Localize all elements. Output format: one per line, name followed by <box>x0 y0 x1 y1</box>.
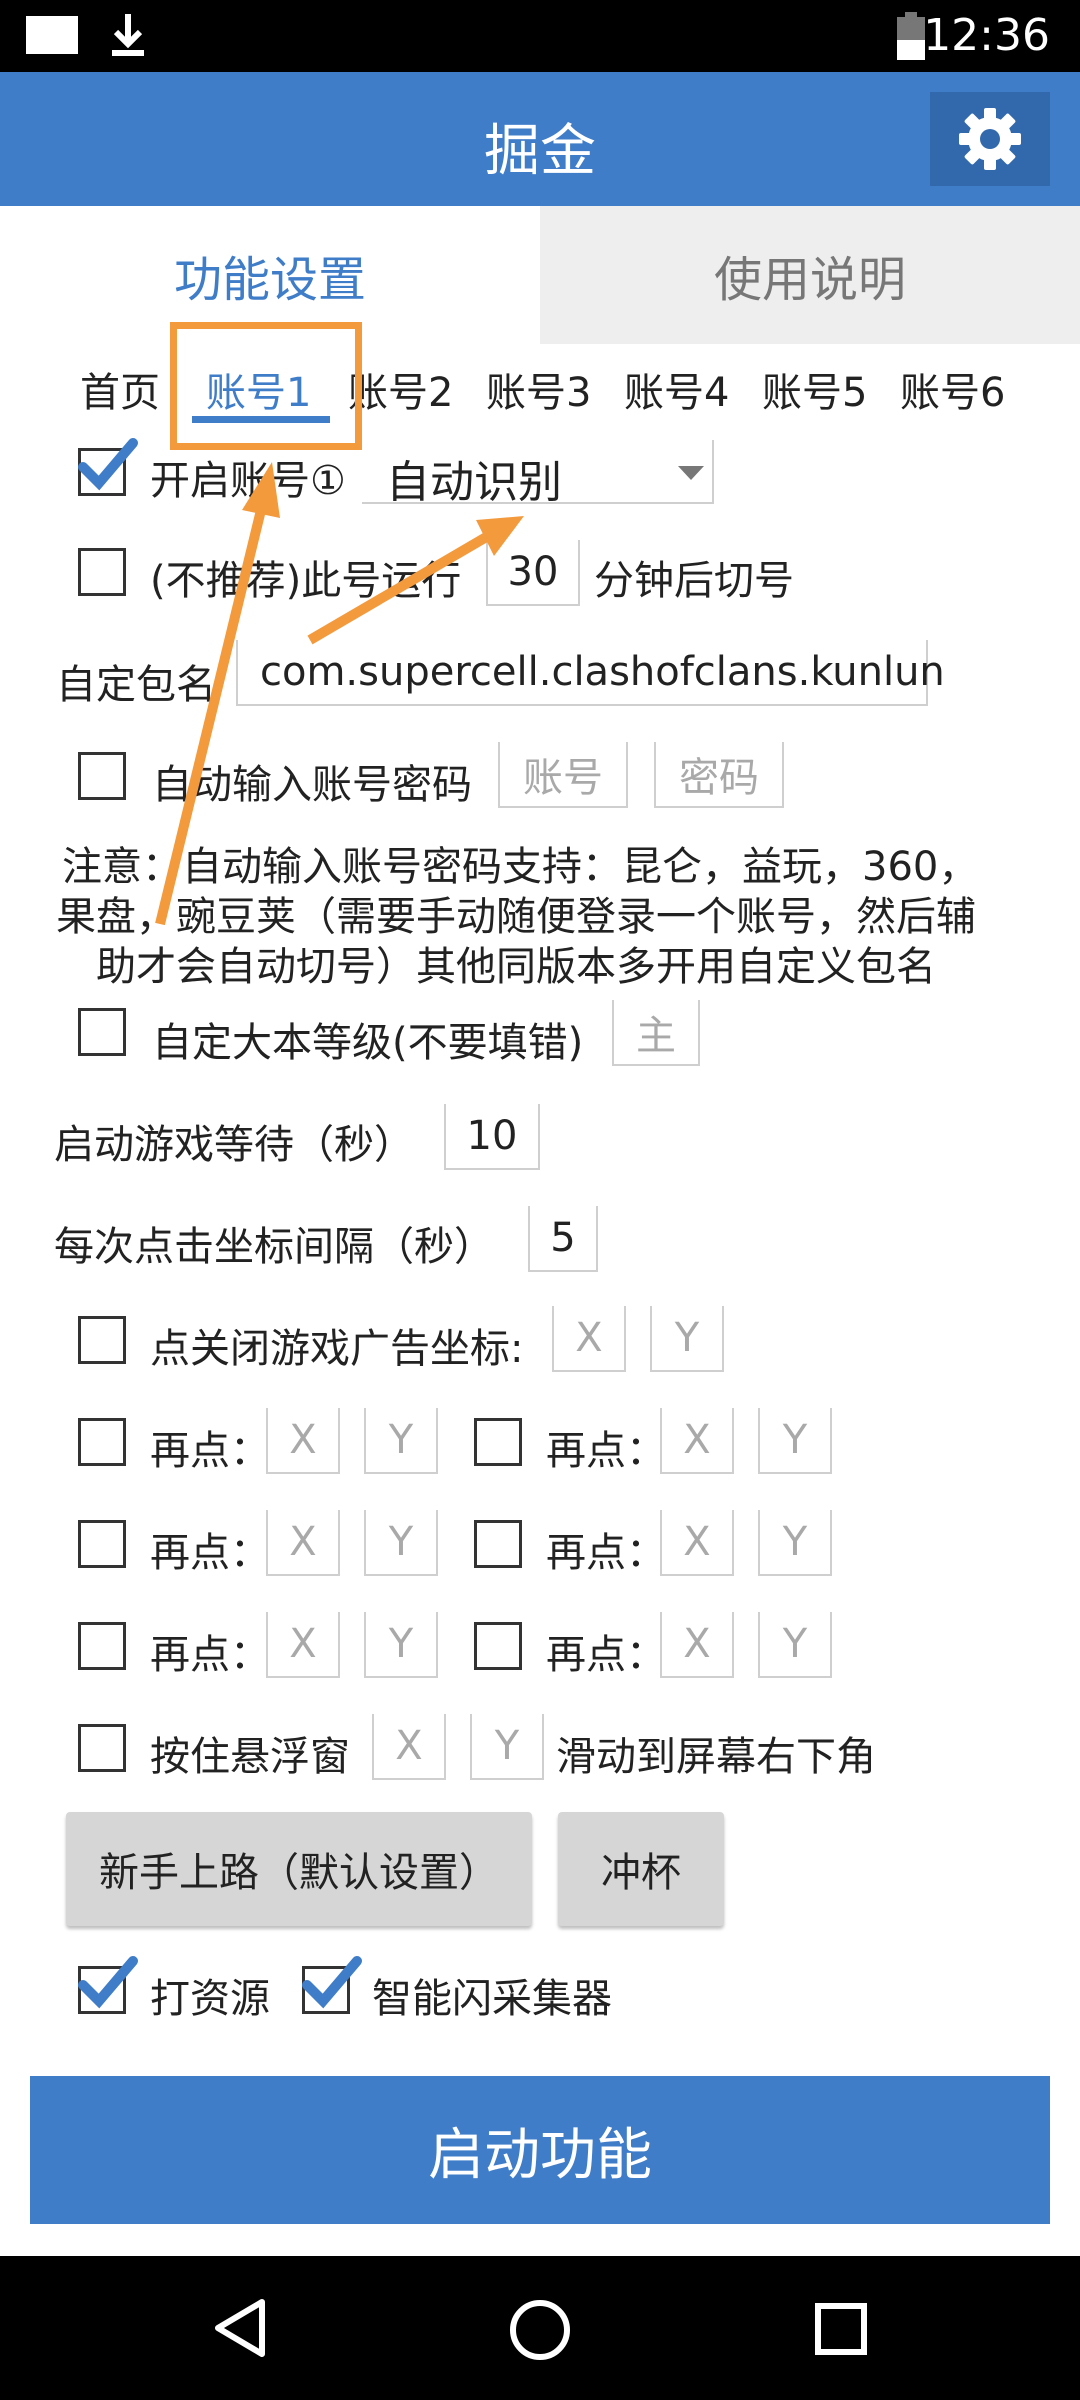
annotation-arrows <box>155 462 524 926</box>
navigation-bar <box>0 2256 1080 2400</box>
home-icon[interactable] <box>508 2298 572 2362</box>
back-icon[interactable] <box>212 2298 268 2358</box>
recents-icon[interactable] <box>814 2302 868 2356</box>
